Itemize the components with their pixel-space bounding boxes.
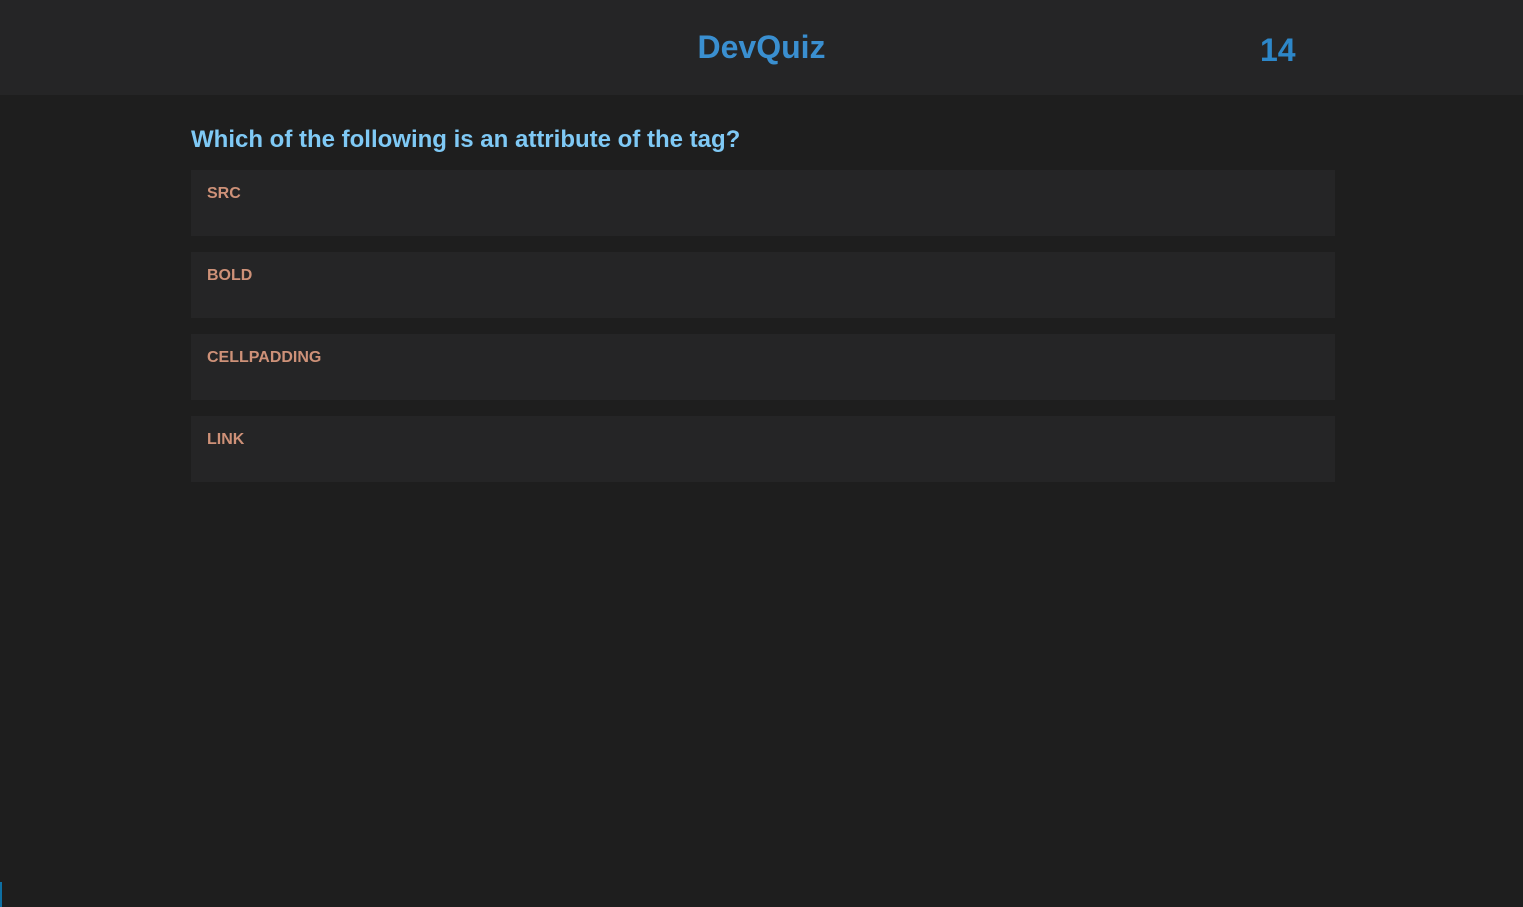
app-header: DevQuiz 14: [0, 0, 1523, 95]
answer-option-cellpadding[interactable]: CELLPADDING: [191, 334, 1335, 400]
answer-option-label: CELLPADDING: [207, 349, 322, 366]
answer-option-label: SRC: [207, 185, 241, 202]
answer-option-label: BOLD: [207, 267, 253, 284]
answer-options: SRC BOLD CELLPADDING LINK: [191, 170, 1335, 482]
score-counter: 14: [1260, 32, 1296, 68]
answer-option-link[interactable]: LINK: [191, 416, 1335, 482]
edge-accent: [0, 882, 2, 907]
answer-option-src[interactable]: SRC: [191, 170, 1335, 236]
question-text: Which of the following is an attribute o…: [191, 126, 741, 153]
answer-option-label: LINK: [207, 431, 245, 448]
answer-option-bold[interactable]: BOLD: [191, 252, 1335, 318]
quiz-panel: Which of the following is an attribute o…: [191, 120, 1335, 498]
